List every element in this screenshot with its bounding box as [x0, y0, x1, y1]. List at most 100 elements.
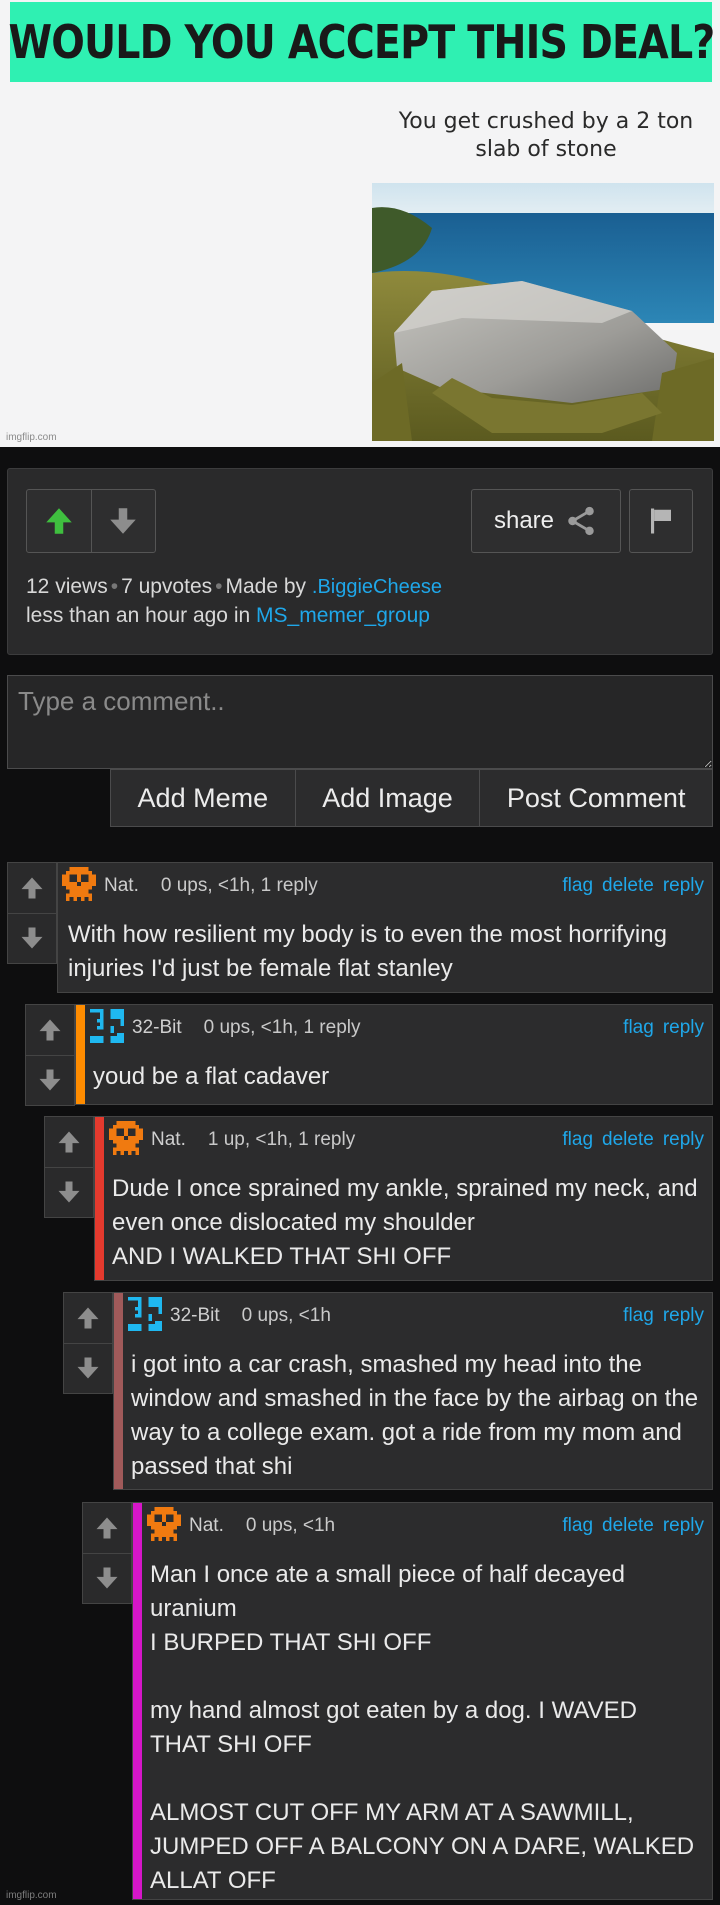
skull-avatar[interactable] — [62, 867, 100, 905]
reply-depth-bar — [95, 1117, 104, 1280]
comment-delete-link[interactable]: delete — [602, 1515, 654, 1537]
comment: Nat. 0 ups, <1h flag delete reply Man I on… — [82, 1502, 713, 1900]
reply-depth-bar — [114, 1293, 123, 1489]
comment-upvote-button[interactable] — [26, 1005, 74, 1056]
reply-depth-bar — [76, 1005, 85, 1104]
comment-flag-link[interactable]: flag — [562, 1515, 593, 1537]
stream-link[interactable]: MS_memer_group — [256, 604, 430, 627]
post-time-text: less than an hour ago in — [26, 604, 251, 627]
arrow-down-icon — [110, 508, 136, 534]
share-button[interactable]: share — [471, 489, 621, 553]
upvote-button[interactable] — [27, 490, 92, 552]
arrow-down-icon — [77, 1357, 99, 1379]
share-label: share — [493, 507, 555, 534]
comment-flag-link[interactable]: flag — [623, 1017, 654, 1039]
arrow-up-icon — [77, 1307, 99, 1329]
skull-avatar[interactable] — [109, 1121, 147, 1159]
comment-body: Nat. 0 ups, <1h flag delete reply Man I on… — [132, 1502, 713, 1900]
imgflip-watermark: imgflip.com — [6, 432, 57, 443]
comment-vote-box — [7, 862, 57, 964]
comment-username[interactable]: 32-Bit — [132, 1017, 182, 1039]
meme-caption: You get crushed by a 2 ton slab of stone — [398, 109, 694, 162]
comment-body: 32-Bit 0 ups, <1h, 1 reply flag reply you… — [75, 1004, 713, 1105]
comment-text: With how resilient my body is to even th… — [68, 921, 667, 982]
comment-header: Nat. 0 ups, <1h — [147, 1507, 335, 1541]
add-image-button[interactable]: Add Image — [296, 770, 481, 826]
meme-title-banner: WOULD YOU ACCEPT THIS DEAL? — [8, 2, 715, 82]
comment-vote-box — [82, 1502, 132, 1604]
arrow-up-icon — [46, 508, 72, 534]
comment-reply-link[interactable]: reply — [663, 1305, 704, 1327]
arrow-up-icon — [96, 1517, 118, 1539]
comment-downvote-button[interactable] — [45, 1167, 93, 1217]
comment-downvote-button[interactable] — [83, 1553, 131, 1603]
arrow-down-icon — [58, 1181, 80, 1203]
comment-input[interactable] — [8, 676, 712, 768]
comment-flag-link[interactable]: flag — [623, 1305, 654, 1327]
post-comment-button[interactable]: Post Comment — [480, 770, 712, 826]
comment-upvote-button[interactable] — [8, 863, 56, 914]
arrow-down-icon — [39, 1069, 61, 1091]
comment-username[interactable]: 32-Bit — [170, 1305, 220, 1327]
comment-header: Nat. 0 ups, <1h, 1 reply — [62, 867, 318, 901]
add-meme-button[interactable]: Add Meme — [111, 770, 296, 826]
comment-meta: 0 ups, <1h, 1 reply — [203, 1017, 361, 1038]
comment-upvote-button[interactable] — [83, 1503, 131, 1554]
comment-reply-link[interactable]: reply — [663, 1129, 704, 1151]
comment-actions: Add Meme Add Image Post Comment — [110, 769, 713, 827]
comment-downvote-button[interactable] — [26, 1055, 74, 1105]
comment-actions: flag reply — [623, 1017, 704, 1039]
stone-slab-photo — [372, 183, 714, 441]
arrow-down-icon — [96, 1567, 118, 1589]
comment-username[interactable]: Nat. — [151, 1129, 186, 1151]
comment-meta: 1 up, <1h, 1 reply — [207, 1129, 356, 1150]
comment: Nat. 1 up, <1h, 1 reply flag delete reply … — [44, 1116, 713, 1281]
comment-actions: flag delete reply — [562, 875, 704, 897]
comment-delete-link[interactable]: delete — [602, 875, 654, 897]
comment-upvote-button[interactable] — [45, 1117, 93, 1168]
flag-post-button[interactable] — [629, 489, 693, 553]
arrow-down-icon — [21, 927, 43, 949]
comment-actions: flag delete reply — [562, 1515, 704, 1537]
upvote-count: 7 upvotes — [121, 575, 213, 598]
downvote-button[interactable] — [91, 490, 155, 552]
comment-upvote-button[interactable] — [64, 1293, 112, 1344]
author-link[interactable]: .BiggieCheese — [312, 576, 442, 598]
arrow-up-icon — [58, 1131, 80, 1153]
comment: 32-Bit 0 ups, <1h flag reply i got into a… — [63, 1292, 713, 1490]
comment-downvote-button[interactable] — [64, 1343, 112, 1393]
comment-vote-box — [25, 1004, 75, 1106]
comment-reply-link[interactable]: reply — [663, 1515, 704, 1537]
comment-body: 32-Bit 0 ups, <1h flag reply i got into a… — [113, 1292, 713, 1490]
post-time: less than an hour ago in MS_memer_group — [26, 604, 430, 628]
comment-header: 32-Bit 0 ups, <1h — [128, 1297, 331, 1331]
comment-username[interactable]: Nat. — [189, 1515, 224, 1537]
comment-reply-link[interactable]: reply — [663, 875, 704, 897]
comment-downvote-button[interactable] — [8, 913, 56, 963]
comment-reply-link[interactable]: reply — [663, 1017, 704, 1039]
32-avatar[interactable] — [90, 1009, 128, 1047]
32-avatar[interactable] — [128, 1297, 166, 1335]
comment-flag-link[interactable]: flag — [562, 875, 593, 897]
comment-username[interactable]: Nat. — [104, 875, 139, 897]
skull-avatar[interactable] — [147, 1507, 185, 1545]
comment-vote-box — [63, 1292, 113, 1394]
comment-text: i got into a car crash, smashed my head … — [131, 1351, 699, 1480]
post-stats: 12 views • 7 upvotes • Made by .BiggieCheese — [26, 575, 442, 598]
reply-depth-bar — [133, 1503, 142, 1899]
meme-image: WOULD YOU ACCEPT THIS DEAL? You get crus… — [0, 0, 720, 447]
comment-header: 32-Bit 0 ups, <1h, 1 reply — [90, 1009, 361, 1043]
arrow-up-icon — [39, 1019, 61, 1041]
comment-text: Dude I once sprained my ankle, sprained … — [112, 1175, 698, 1270]
comment-meta: 0 ups, <1h, 1 reply — [160, 875, 318, 896]
comment: 32-Bit 0 ups, <1h, 1 reply flag reply you… — [25, 1004, 713, 1106]
meme-title: WOULD YOU ACCEPT THIS DEAL? — [8, 15, 715, 69]
comment-actions: flag delete reply — [562, 1129, 704, 1151]
flag-icon — [651, 508, 671, 534]
post-info-panel: share 12 views • 7 upvotes • Made by .Biggie… — [7, 468, 713, 655]
comment: Nat. 0 ups, <1h, 1 reply flag delete reply… — [7, 862, 713, 993]
view-count: 12 views — [26, 575, 108, 598]
comment-flag-link[interactable]: flag — [562, 1129, 593, 1151]
comment-body: Nat. 0 ups, <1h, 1 reply flag delete reply… — [57, 862, 713, 993]
comment-delete-link[interactable]: delete — [602, 1129, 654, 1151]
